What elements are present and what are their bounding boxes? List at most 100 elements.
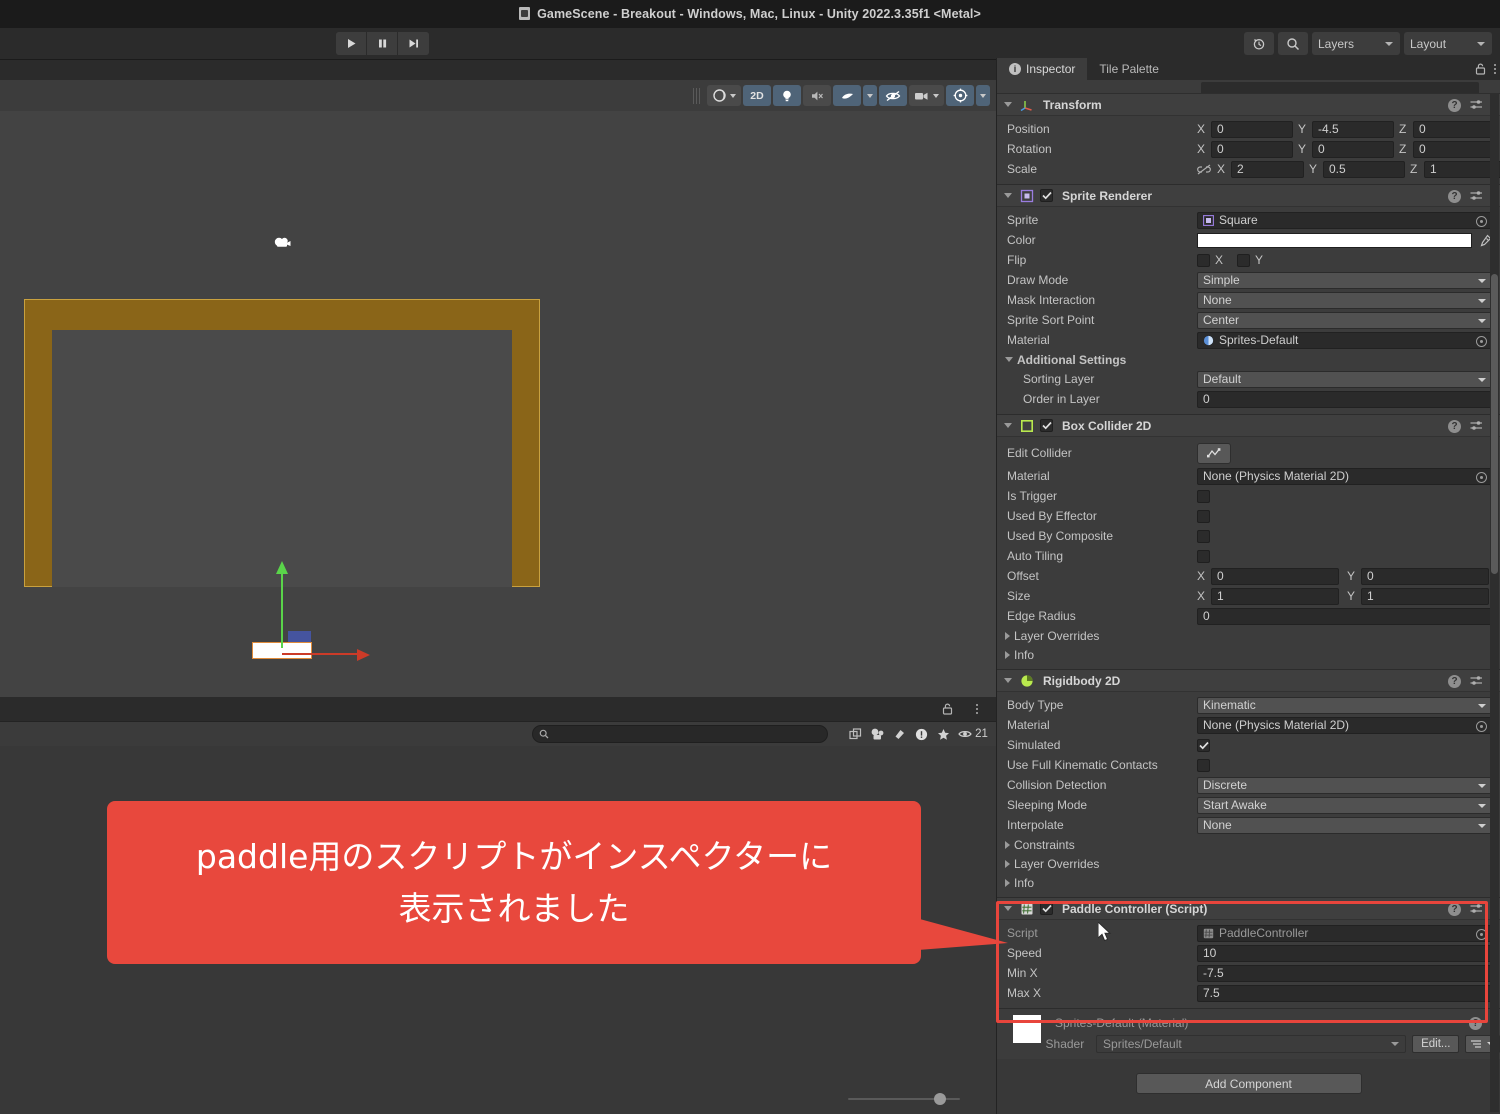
component-header[interactable]: Transform ? bbox=[997, 94, 1500, 116]
red-axis-arrowhead[interactable] bbox=[357, 649, 370, 661]
gizmos-icon[interactable] bbox=[946, 85, 974, 106]
edit-collider-icon[interactable] bbox=[1197, 442, 1231, 464]
help-icon[interactable]: ? bbox=[1448, 189, 1461, 203]
zoom-slider[interactable] bbox=[848, 1092, 960, 1106]
flip-y-checkbox[interactable] bbox=[1237, 253, 1251, 267]
search-icon[interactable] bbox=[1278, 32, 1308, 55]
size-y-field[interactable]: 1 bbox=[1361, 587, 1489, 605]
component-enable-checkbox[interactable] bbox=[1040, 189, 1053, 202]
lock-icon[interactable] bbox=[1475, 63, 1486, 75]
foldout-toggle[interactable] bbox=[1003, 423, 1013, 428]
scale-y-field[interactable]: 0.5 bbox=[1323, 160, 1405, 178]
kebab-menu-icon[interactable] bbox=[966, 699, 988, 719]
auto-tiling-checkbox[interactable] bbox=[1197, 549, 1210, 563]
layout-dropdown[interactable]: Layout bbox=[1404, 32, 1492, 55]
speed-field[interactable]: 10 bbox=[1197, 944, 1492, 962]
scene-canvas[interactable] bbox=[0, 111, 996, 697]
favorite-icon[interactable] bbox=[932, 724, 954, 744]
object-picker-icon[interactable] bbox=[1476, 720, 1487, 732]
min-x-field[interactable]: -7.5 bbox=[1197, 964, 1492, 982]
is-trigger-checkbox[interactable] bbox=[1197, 489, 1210, 503]
warning-icon[interactable] bbox=[910, 724, 932, 744]
step-button[interactable] bbox=[398, 32, 429, 55]
position-y-field[interactable]: -4.5 bbox=[1312, 120, 1394, 138]
position-z-field[interactable]: 0 bbox=[1413, 120, 1495, 138]
scale-z-field[interactable]: 1 bbox=[1424, 160, 1500, 178]
red-axis-arrow[interactable] bbox=[282, 653, 360, 655]
shader-dropdown[interactable]: Sprites/Default bbox=[1096, 1035, 1407, 1053]
component-enable-checkbox[interactable] bbox=[1040, 902, 1053, 915]
color-swatch[interactable] bbox=[1197, 232, 1472, 248]
rotation-x-field[interactable]: 0 bbox=[1211, 140, 1293, 158]
foldout-rb-layer-overrides[interactable]: Layer Overrides bbox=[997, 854, 1500, 873]
preset-icon[interactable] bbox=[1470, 903, 1483, 915]
offset-y-field[interactable]: 0 bbox=[1361, 567, 1489, 585]
inspector-scrollbar[interactable] bbox=[1490, 94, 1499, 1112]
component-enable-checkbox[interactable] bbox=[1040, 419, 1053, 432]
layer-field-clipped[interactable] bbox=[1303, 82, 1479, 93]
audio-mute-icon[interactable] bbox=[803, 85, 831, 106]
eye-off-icon[interactable] bbox=[879, 85, 907, 106]
body-type-dropdown[interactable]: Kinematic bbox=[1197, 696, 1492, 714]
edit-shader-button[interactable]: Edit... bbox=[1412, 1035, 1460, 1053]
component-header[interactable]: Box Collider 2D ? bbox=[997, 415, 1500, 437]
foldout-additional-settings[interactable]: Additional Settings bbox=[997, 350, 1500, 369]
prefab-icon[interactable] bbox=[866, 724, 888, 744]
effects-icon[interactable] bbox=[833, 85, 861, 106]
component-header[interactable]: Paddle Controller (Script) ? bbox=[997, 898, 1500, 920]
order-in-layer-field[interactable]: 0 bbox=[1197, 390, 1492, 408]
toolbar-grip-icon[interactable] bbox=[693, 87, 701, 104]
draw-mode-dropdown[interactable]: Simple bbox=[1197, 271, 1492, 289]
search-input[interactable] bbox=[554, 728, 784, 740]
help-icon[interactable]: ? bbox=[1469, 1016, 1482, 1030]
lightbulb-icon[interactable] bbox=[773, 85, 801, 106]
tab-tile-palette[interactable]: Tile Palette bbox=[1087, 58, 1171, 80]
preset-icon[interactable] bbox=[1470, 99, 1483, 111]
camera-gizmo-icon[interactable] bbox=[273, 236, 293, 250]
foldout-toggle[interactable] bbox=[1003, 193, 1013, 198]
cloud-history-icon[interactable] bbox=[1244, 32, 1274, 55]
gizmos-dropdown[interactable] bbox=[976, 85, 990, 106]
collision-detection-dropdown[interactable]: Discrete bbox=[1197, 776, 1492, 794]
foldout-info[interactable]: Info bbox=[997, 645, 1500, 664]
shading-mode-icon[interactable] bbox=[707, 85, 741, 106]
sorting-layer-dropdown[interactable]: Default bbox=[1197, 370, 1492, 388]
rotation-z-field[interactable]: 0 bbox=[1413, 140, 1495, 158]
add-component-button[interactable]: Add Component bbox=[1135, 1073, 1362, 1094]
scrollbar-thumb[interactable] bbox=[1491, 274, 1498, 574]
foldout-toggle[interactable] bbox=[1003, 102, 1013, 107]
position-x-field[interactable]: 0 bbox=[1211, 120, 1293, 138]
help-icon[interactable]: ? bbox=[1448, 98, 1461, 112]
component-header[interactable]: Sprite Renderer ? bbox=[997, 185, 1500, 207]
scale-x-field[interactable]: 2 bbox=[1231, 160, 1304, 178]
layers-dropdown[interactable]: Layers bbox=[1312, 32, 1400, 55]
rotation-y-field[interactable]: 0 bbox=[1312, 140, 1394, 158]
edge-radius-field[interactable]: 0 bbox=[1197, 607, 1492, 625]
object-picker-icon[interactable] bbox=[1476, 335, 1487, 347]
lock-icon[interactable] bbox=[936, 699, 958, 719]
foldout-constraints[interactable]: Constraints bbox=[997, 835, 1500, 854]
effects-dropdown[interactable] bbox=[863, 85, 877, 106]
preset-icon[interactable] bbox=[1470, 675, 1483, 687]
help-icon[interactable]: ? bbox=[1448, 902, 1461, 916]
preset-icon[interactable] bbox=[1470, 190, 1483, 202]
object-picker-icon[interactable] bbox=[1476, 471, 1487, 483]
mask-interaction-dropdown[interactable]: None bbox=[1197, 291, 1492, 309]
help-icon[interactable]: ? bbox=[1448, 419, 1461, 433]
max-x-field[interactable]: 7.5 bbox=[1197, 984, 1492, 1002]
kebab-menu-icon[interactable] bbox=[1494, 64, 1496, 74]
sprite-object-field[interactable]: Square bbox=[1197, 211, 1492, 229]
visible-count-group[interactable]: 21 bbox=[954, 724, 992, 744]
foldout-toggle[interactable] bbox=[1003, 678, 1013, 683]
interpolate-dropdown[interactable]: None bbox=[1197, 816, 1492, 834]
rb-material-field[interactable]: None (Physics Material 2D) bbox=[1197, 716, 1492, 734]
collider-material-field[interactable]: None (Physics Material 2D) bbox=[1197, 467, 1492, 485]
link-off-icon[interactable] bbox=[1197, 164, 1217, 175]
search-field-wrap[interactable] bbox=[532, 725, 828, 743]
foldout-layer-overrides[interactable]: Layer Overrides bbox=[997, 626, 1500, 645]
used-by-composite-checkbox[interactable] bbox=[1197, 529, 1210, 543]
sleeping-mode-dropdown[interactable]: Start Awake bbox=[1197, 796, 1492, 814]
flip-x-checkbox[interactable] bbox=[1197, 253, 1210, 267]
green-axis-arrowhead[interactable] bbox=[276, 561, 288, 574]
object-picker-icon[interactable] bbox=[1476, 215, 1487, 227]
